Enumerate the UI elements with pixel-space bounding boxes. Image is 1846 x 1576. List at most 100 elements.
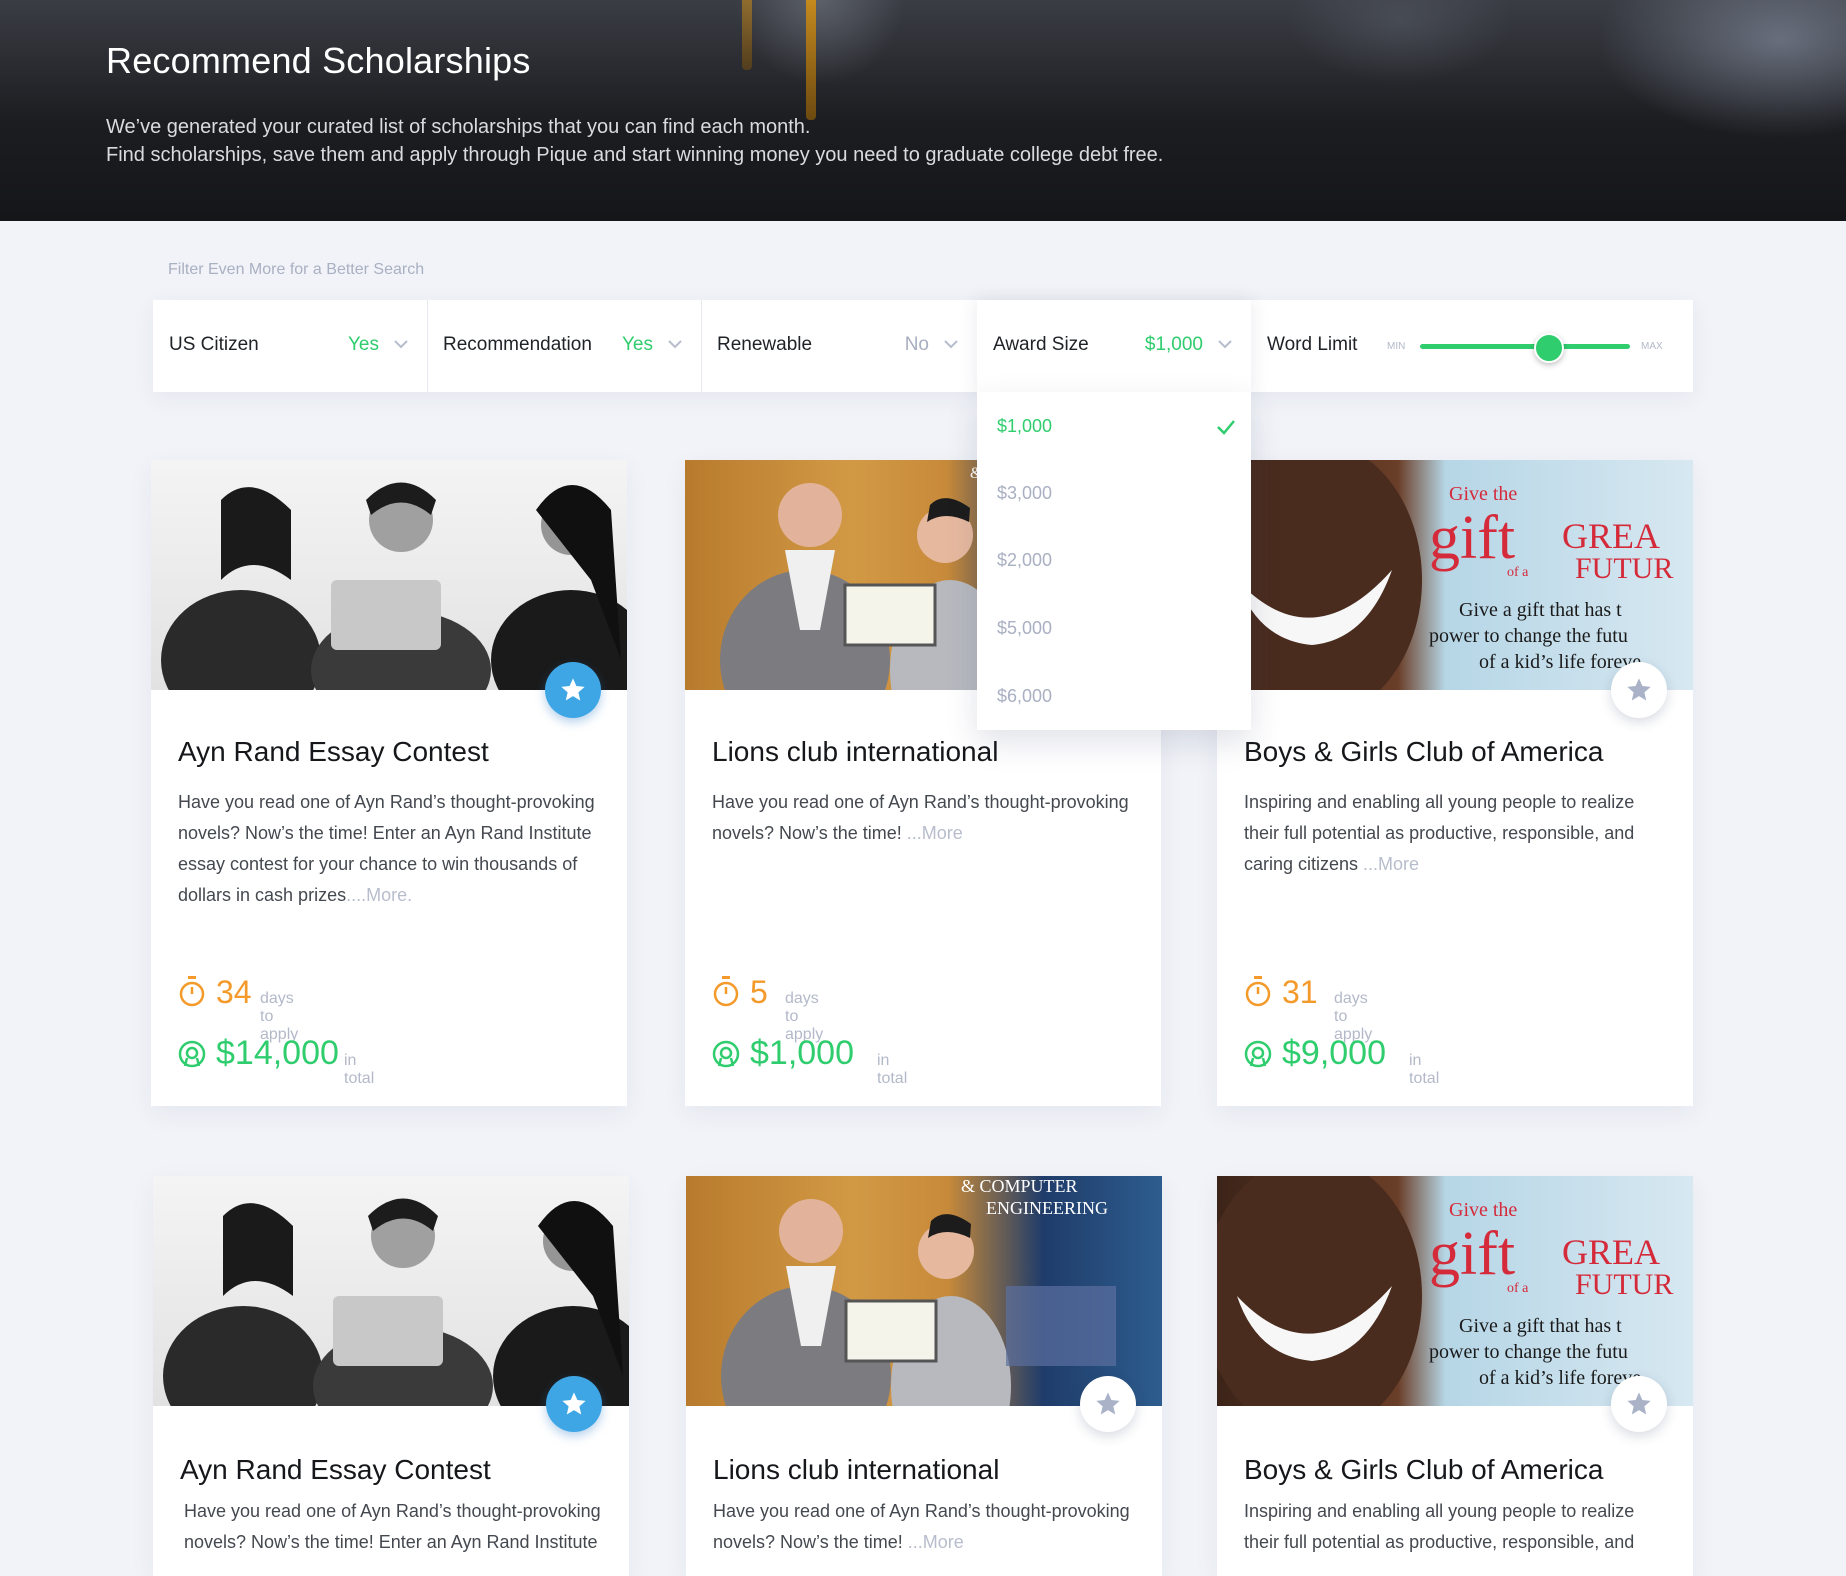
star-icon <box>561 678 585 701</box>
days-count: 5 <box>750 974 768 1010</box>
banner-text: FUTUR <box>1575 552 1673 585</box>
card-image: & COMPUTER ENGINEERING <box>686 1176 1162 1406</box>
days-count: 34 <box>216 974 252 1010</box>
filter-recommendation[interactable]: Recommendation Yes <box>427 300 702 392</box>
slider-max-label: MAX <box>1641 341 1663 352</box>
filter-value: No <box>904 334 929 355</box>
chevron-down-icon <box>394 340 408 349</box>
award-amount: $1,000 <box>750 1034 854 1072</box>
page-subtitle: We’ve generated your curated list of sch… <box>106 113 1163 169</box>
filter-label: Renewable <box>717 334 813 355</box>
more-link[interactable]: ...More <box>1358 854 1419 874</box>
students-photo <box>161 482 627 690</box>
card-title: Boys & Girls Club of America <box>1244 736 1604 767</box>
scholarship-card[interactable]: Ayn Rand Essay Contest Have you read one… <box>153 1176 629 1576</box>
award-size-dropdown: $1,000 $3,000 $2,000 $5,000 $6,000 <box>977 392 1251 730</box>
filter-label: US Citizen <box>169 334 259 355</box>
banner-text: power to change the futu <box>1429 1341 1628 1363</box>
card-title: Ayn Rand Essay Contest <box>178 736 489 767</box>
banner-text: Give the <box>1449 1199 1517 1221</box>
banner-text: GREA <box>1562 1232 1660 1272</box>
chevron-down-icon <box>668 340 682 349</box>
favorite-button[interactable] <box>1611 662 1667 718</box>
award-label: in total <box>877 1052 908 1087</box>
tassel-decoration <box>742 0 752 70</box>
filter-award-size[interactable]: Award Size $1,000 <box>977 300 1251 392</box>
card-description: Have you read one of Ayn Rand’s thought-… <box>178 787 603 911</box>
stopwatch-icon <box>713 976 739 1007</box>
award-label: in total <box>344 1052 375 1087</box>
filter-hint: Filter Even More for a Better Search <box>168 261 425 278</box>
filter-renewable[interactable]: Renewable No <box>701 300 978 392</box>
star-icon <box>1627 678 1651 701</box>
description-text: Inspiring and enabling all young people … <box>1244 1501 1635 1552</box>
award-option[interactable]: $2,000 <box>997 550 1052 571</box>
card-image: Give the gift GREA of a FUTUR Give a gif… <box>1217 1176 1693 1406</box>
award-option[interactable]: $6,000 <box>997 686 1052 707</box>
banner-text: of a kid’s life foreve <box>1479 651 1641 673</box>
card-description: Inspiring and enabling all young people … <box>1244 1496 1669 1558</box>
banner-text: Give the <box>1449 483 1517 505</box>
card-image <box>151 460 627 690</box>
award-option[interactable]: $3,000 <box>997 483 1052 504</box>
card-image <box>153 1176 629 1406</box>
banner-text: Give a gift that has t <box>1459 599 1622 621</box>
favorite-button[interactable] <box>545 662 601 718</box>
description-text: Have you read one of Ayn Rand’s thought-… <box>184 1501 601 1552</box>
favorite-button[interactable] <box>546 1376 602 1432</box>
more-link[interactable]: ...More <box>903 1532 964 1552</box>
scholarship-card[interactable]: & COMPUTER ENGINEERING Lions club intern… <box>686 1176 1162 1576</box>
students-photo <box>163 1198 629 1406</box>
more-link[interactable]: ....More. <box>346 885 412 905</box>
favorite-button[interactable] <box>1611 1376 1667 1432</box>
more-link[interactable]: ...More <box>902 823 963 843</box>
filter-label: Recommendation <box>443 334 592 355</box>
card-image: Give the gift GREA of a FUTUR Give a gif… <box>1217 460 1693 690</box>
banner-text: Give a gift that has t <box>1459 1315 1622 1337</box>
card-description: Inspiring and enabling all young people … <box>1244 787 1669 880</box>
filter-label: Word Limit <box>1267 334 1358 355</box>
award-option[interactable]: $5,000 <box>997 618 1052 639</box>
card-description: Have you read one of Ayn Rand’s thought-… <box>184 1496 609 1558</box>
card-title: Lions club international <box>713 1454 1000 1485</box>
card-title: Ayn Rand Essay Contest <box>180 1454 491 1485</box>
stopwatch-icon <box>1245 976 1271 1007</box>
stopwatch-icon <box>179 976 205 1007</box>
filter-value: Yes <box>348 334 379 355</box>
subtitle-line-2: Find scholarships, save them and apply t… <box>106 144 1164 166</box>
banner-text: of a <box>1507 565 1529 580</box>
scholarship-card[interactable]: Give the gift GREA of a FUTUR Give a gif… <box>1217 460 1693 1106</box>
banner-text: & COMPUTER <box>961 1176 1078 1196</box>
lions-photo: & COMPUTER ENGINEERING <box>721 1176 1116 1406</box>
page-title: Recommend Scholarships <box>106 40 531 81</box>
award-label: in total <box>1409 1052 1440 1087</box>
star-icon <box>1627 1392 1651 1415</box>
subtitle-line-1: We’ve generated your curated list of sch… <box>106 116 811 138</box>
word-limit-slider-track[interactable] <box>1420 344 1630 349</box>
banner-text: FUTUR <box>1575 1268 1673 1301</box>
award-ribbon-icon <box>178 1040 206 1068</box>
chevron-down-icon <box>944 340 958 349</box>
award-amount: $14,000 <box>216 1034 339 1072</box>
word-limit-slider-handle[interactable] <box>1534 333 1564 363</box>
description-text: Inspiring and enabling all young people … <box>1244 792 1635 874</box>
filter-value: $1,000 <box>1144 334 1203 355</box>
banner-text: of a <box>1507 1281 1529 1296</box>
card-description: Have you read one of Ayn Rand’s thought-… <box>713 1496 1138 1558</box>
card-title: Lions club international <box>712 736 999 767</box>
banner-text: gift <box>1429 1220 1515 1288</box>
award-option[interactable]: $1,000 <box>997 416 1052 437</box>
kids-banner-photo: Give the gift GREA of a FUTUR Give a gif… <box>1217 460 1673 690</box>
hero-banner: Recommend Scholarships We’ve generated y… <box>0 0 1846 221</box>
favorite-button[interactable] <box>1080 1376 1136 1432</box>
award-ribbon-icon <box>712 1040 740 1068</box>
scholarship-card[interactable]: Give the gift GREA of a FUTUR Give a gif… <box>1217 1176 1693 1576</box>
banner-text: ENGINEERING <box>986 1198 1108 1218</box>
chevron-down-icon <box>1218 340 1232 349</box>
slider-min-label: MIN <box>1387 341 1406 352</box>
scholarship-card[interactable]: Ayn Rand Essay Contest Have you read one… <box>151 460 627 1106</box>
tassel-decoration <box>806 0 816 120</box>
filter-us-citizen[interactable]: US Citizen Yes <box>153 300 428 392</box>
award-amount: $9,000 <box>1282 1034 1386 1072</box>
star-icon <box>562 1392 586 1415</box>
